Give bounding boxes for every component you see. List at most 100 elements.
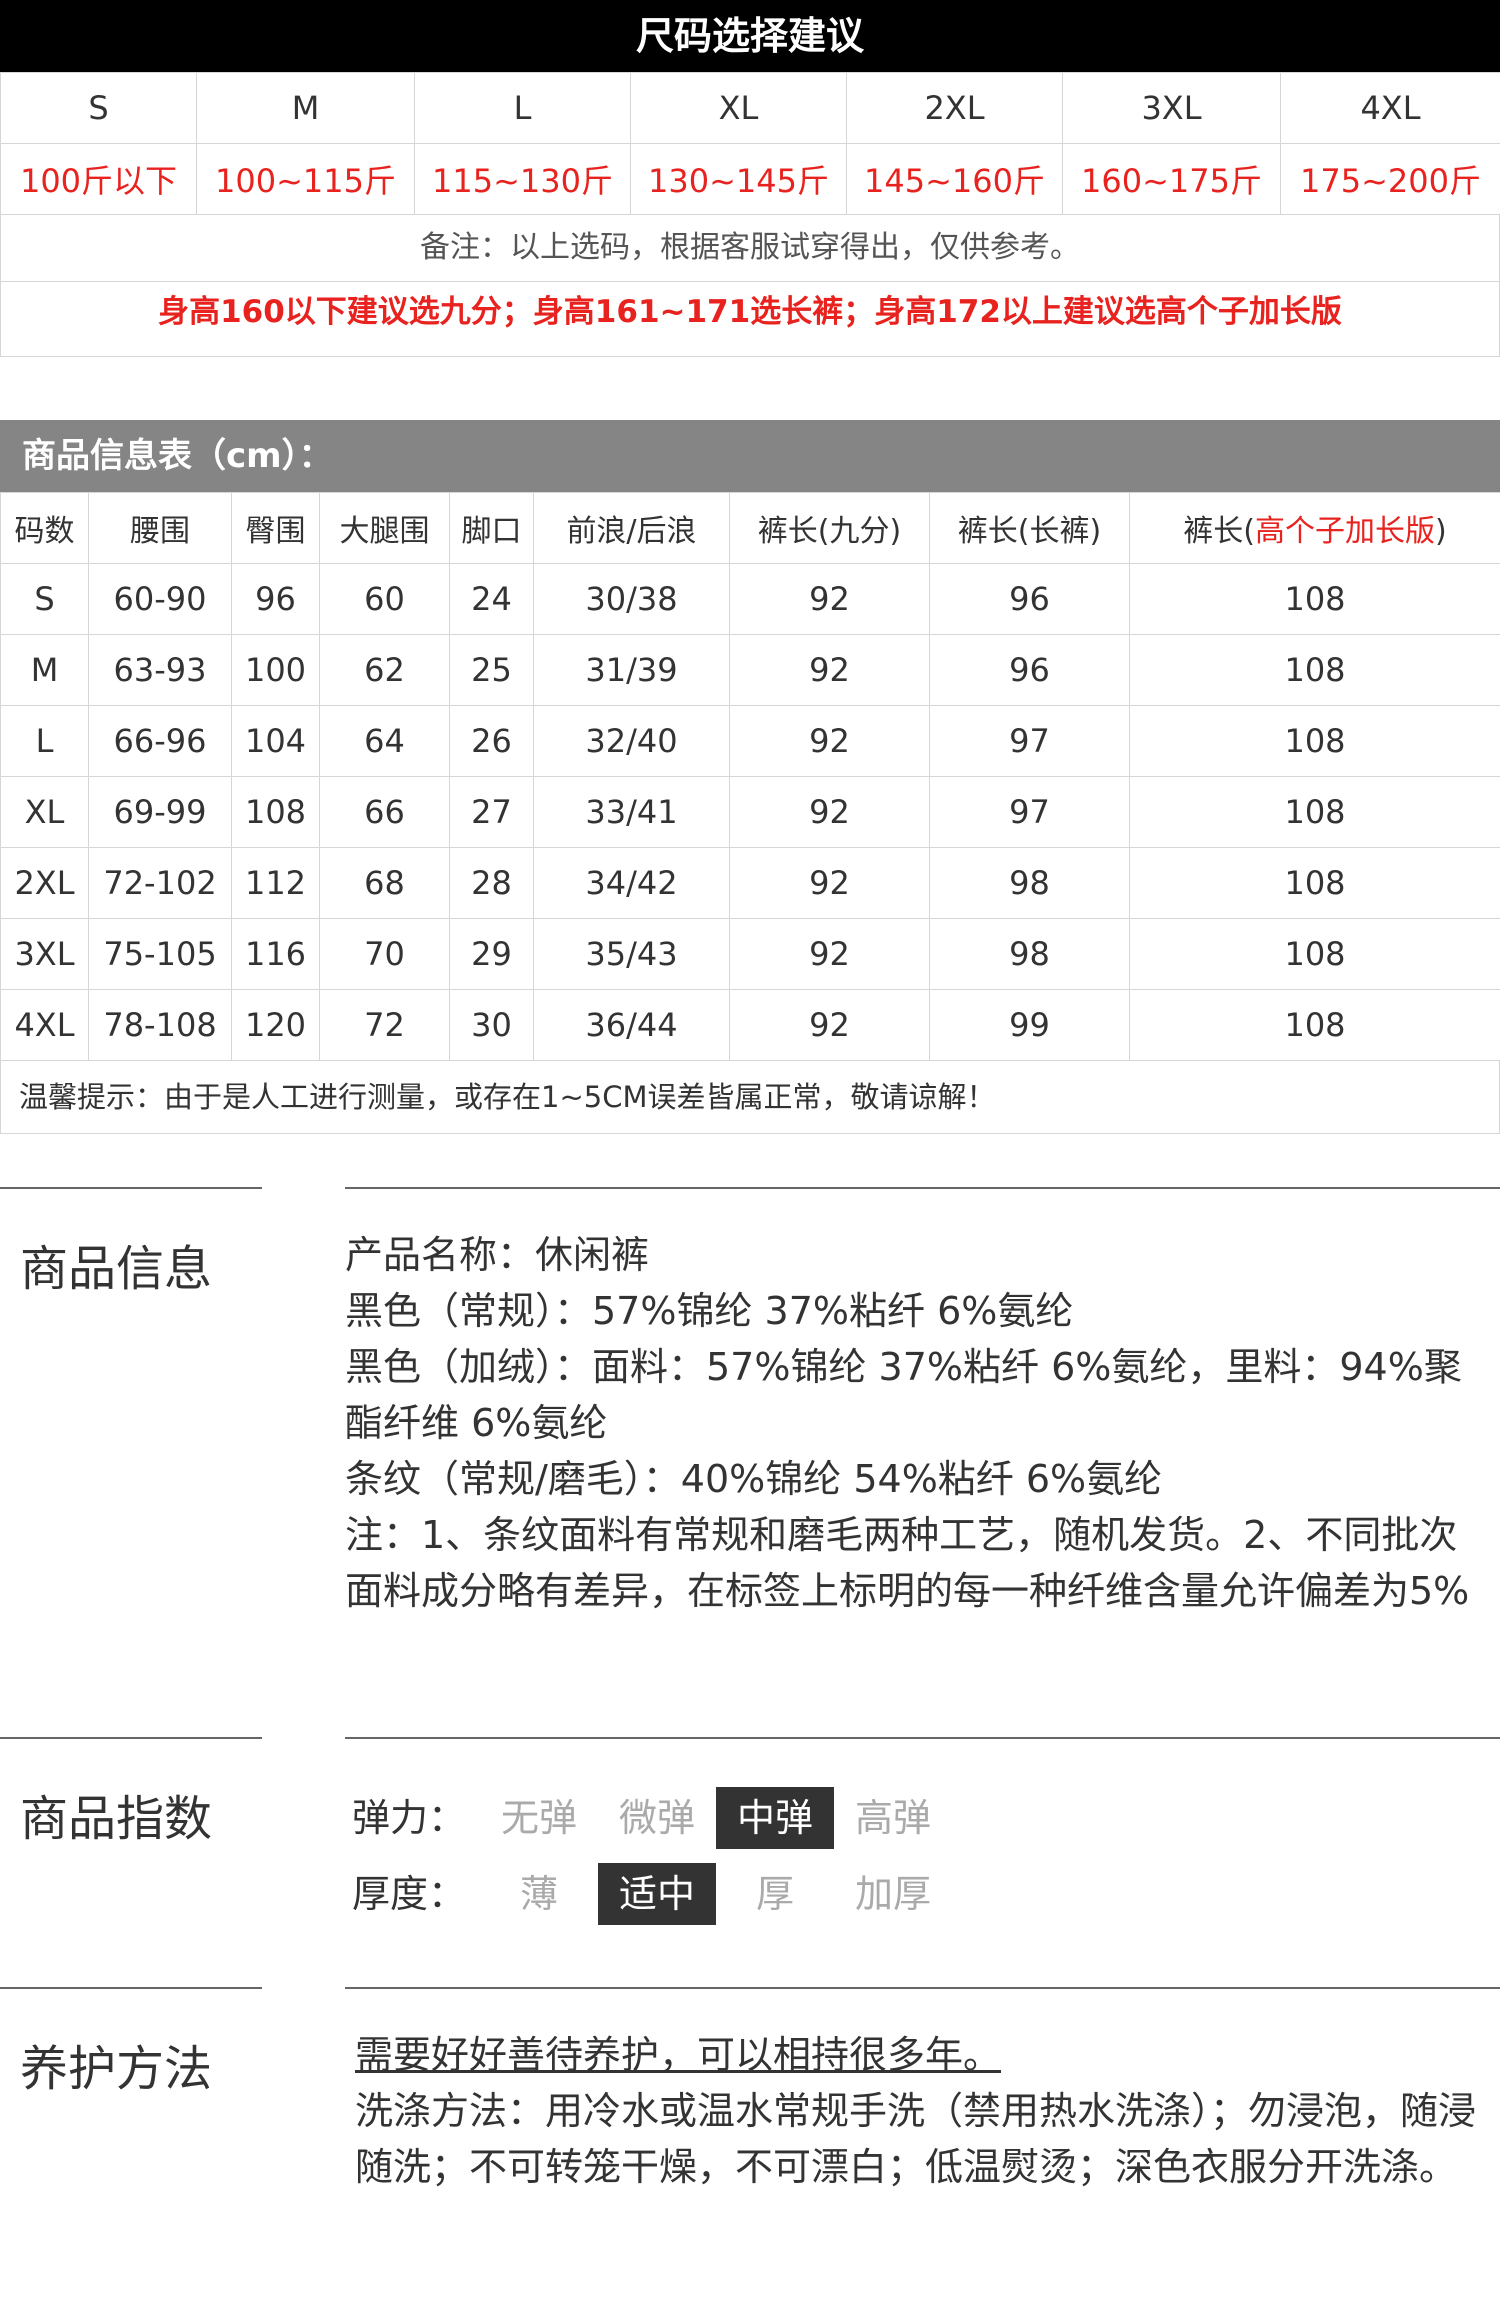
table-cell: 34/42 xyxy=(533,847,730,919)
weight-row: 100斤以下 100~115斤 115~130斤 130~145斤 145~16… xyxy=(0,143,1500,215)
divider xyxy=(0,1187,262,1189)
care-body: 需要好好善待养护，可以相持很多年。 洗涤方法：用冷水或温水常规手洗（禁用热水洗涤… xyxy=(355,2027,1480,2195)
table-cell: 63-93 xyxy=(88,634,232,706)
info-line: 条纹（常规/磨毛）：40%锦纶 54%粘纤 6%氨纶 xyxy=(345,1457,1163,1501)
table-row: 4XL 78-108 120 72 30 36/44 92 99 108 xyxy=(0,989,1500,1061)
weight-cell: 145~160斤 xyxy=(846,143,1063,215)
weight-cell: 160~175斤 xyxy=(1062,143,1281,215)
section-title: 养护方法 xyxy=(20,2041,213,2097)
thickness-option: 适中 xyxy=(598,1863,716,1925)
table-cell: 108 xyxy=(231,776,320,848)
table-cell: 108 xyxy=(1129,776,1500,848)
table-cell: 33/41 xyxy=(533,776,730,848)
table-cell: 35/43 xyxy=(533,918,730,990)
table-cell: 104 xyxy=(231,705,320,777)
column-header: 裤长(长裤) xyxy=(929,492,1130,564)
info-line: 注：1、条纹面料有常规和磨毛两种工艺，随机发货。2、不同批次面料成分略有差异，在… xyxy=(345,1513,1470,1613)
table-cell: 99 xyxy=(929,989,1130,1061)
section-title: 商品信息 xyxy=(20,1241,213,1297)
size-note: 备注：以上选码，根据客服试穿得出，仅供参考。 xyxy=(0,215,1500,282)
table-cell: 66 xyxy=(319,776,450,848)
care-section: 养护方法 需要好好善待养护，可以相持很多年。 洗涤方法：用冷水或温水常规手洗（禁… xyxy=(0,1987,1500,2317)
table-cell: XL xyxy=(0,776,89,848)
size-suggestion-table: S M L XL 2XL 3XL 4XL 100斤以下 100~115斤 115… xyxy=(0,72,1500,215)
weight-cell: 115~130斤 xyxy=(414,143,631,215)
size-cell: XL xyxy=(630,72,847,144)
table-cell: 108 xyxy=(1129,563,1500,635)
table-cell: 92 xyxy=(729,776,930,848)
table-cell: 92 xyxy=(729,563,930,635)
column-header: 码数 xyxy=(0,492,89,564)
measurement-rows: S 60-90 96 60 24 30/38 92 96 108 M 63-93 100 62 25 31/… xyxy=(0,563,1500,1061)
table-cell: 92 xyxy=(729,847,930,919)
column-header: 裤长(九分) xyxy=(729,492,930,564)
table-cell: 97 xyxy=(929,705,1130,777)
table-cell: 112 xyxy=(231,847,320,919)
care-lead: 需要好好善待养护，可以相持很多年。 xyxy=(355,2033,1002,2077)
elasticity-label: 弹力： xyxy=(352,1796,467,1840)
size-cell: L xyxy=(414,72,631,144)
table-row: L 66-96 104 64 26 32/40 92 97 108 xyxy=(0,705,1500,777)
product-info-table-section: 商品信息表（cm）： 码数 腰围 臀围 大腿围 脚口 前浪/后浪 裤长(九分) … xyxy=(0,420,1500,1134)
table-row: S 60-90 96 60 24 30/38 92 96 108 xyxy=(0,563,1500,635)
table-cell: 75-105 xyxy=(88,918,232,990)
table-cell: 108 xyxy=(1129,989,1500,1061)
table-cell: 36/44 xyxy=(533,989,730,1061)
divider xyxy=(345,1187,1500,1189)
table-cell: 70 xyxy=(319,918,450,990)
table-cell: L xyxy=(0,705,89,777)
table-row: 3XL 75-105 116 70 29 35/43 92 98 108 xyxy=(0,918,1500,990)
table-cell: 30 xyxy=(449,989,534,1061)
product-index-section: 商品指数 弹力： 无弹 微弹 中弹 高弹 厚度： 薄 适中 厚 加厚 xyxy=(0,1737,1500,1987)
size-cell: 2XL xyxy=(846,72,1063,144)
divider xyxy=(0,1737,262,1739)
table-header-row: 码数 腰围 臀围 大腿围 脚口 前浪/后浪 裤长(九分) 裤长(长裤) 裤长(高… xyxy=(0,492,1500,564)
table-cell: 2XL xyxy=(0,847,89,919)
weight-cell: 100~115斤 xyxy=(196,143,415,215)
table-cell: 108 xyxy=(1129,918,1500,990)
measurement-table: 码数 腰围 臀围 大腿围 脚口 前浪/后浪 裤长(九分) 裤长(长裤) 裤长(高… xyxy=(0,492,1500,1061)
info-table-title: 商品信息表（cm）： xyxy=(0,420,1500,492)
table-cell: 72-102 xyxy=(88,847,232,919)
table-cell: 96 xyxy=(929,563,1130,635)
table-cell: 92 xyxy=(729,989,930,1061)
table-cell: 69-99 xyxy=(88,776,232,848)
weight-cell: 130~145斤 xyxy=(630,143,847,215)
table-cell: S xyxy=(0,563,89,635)
size-cell: 4XL xyxy=(1280,72,1500,144)
product-info-section: 商品信息 产品名称：休闲裤 黑色（常规）：57%锦纶 37%粘纤 6%氨纶 黑色… xyxy=(0,1187,1500,1613)
size-cell: 3XL xyxy=(1062,72,1281,144)
table-cell: 97 xyxy=(929,776,1130,848)
table-cell: 4XL xyxy=(0,989,89,1061)
divider xyxy=(345,1987,1500,1989)
thickness-label: 厚度： xyxy=(352,1872,467,1916)
table-cell: 24 xyxy=(449,563,534,635)
table-cell: 120 xyxy=(231,989,320,1061)
table-cell: 92 xyxy=(729,918,930,990)
table-cell: 108 xyxy=(1129,634,1500,706)
weight-cell: 175~200斤 xyxy=(1280,143,1500,215)
table-cell: 31/39 xyxy=(533,634,730,706)
table-cell: 30/38 xyxy=(533,563,730,635)
info-line: 黑色（常规）：57%锦纶 37%粘纤 6%氨纶 xyxy=(345,1289,1074,1333)
table-cell: 72 xyxy=(319,989,450,1061)
table-cell: 108 xyxy=(1129,847,1500,919)
column-header: 腰围 xyxy=(88,492,232,564)
info-line: 产品名称：休闲裤 xyxy=(345,1233,650,1277)
column-header: 臀围 xyxy=(231,492,320,564)
size-suggestion-section: 尺码选择建议 S M L XL 2XL 3XL 4XL 100斤以下 100~1… xyxy=(0,0,1500,357)
column-header: 脚口 xyxy=(449,492,534,564)
table-cell: 26 xyxy=(449,705,534,777)
table-cell: 78-108 xyxy=(88,989,232,1061)
column-header: 大腿围 xyxy=(319,492,450,564)
table-cell: 66-96 xyxy=(88,705,232,777)
height-note: 身高160以下建议选九分；身高161~171选长裤；身高172以上建议选高个子加… xyxy=(0,282,1500,357)
size-row: S M L XL 2XL 3XL 4XL xyxy=(0,72,1500,144)
section-title: 商品指数 xyxy=(20,1791,213,1847)
table-row: 2XL 72-102 112 68 28 34/42 92 98 108 xyxy=(0,847,1500,919)
header-red-text: 高个子加长版 xyxy=(1255,514,1435,549)
table-cell: 96 xyxy=(231,563,320,635)
table-cell: 98 xyxy=(929,847,1130,919)
table-cell: 28 xyxy=(449,847,534,919)
table-row: XL 69-99 108 66 27 33/41 92 97 108 xyxy=(0,776,1500,848)
